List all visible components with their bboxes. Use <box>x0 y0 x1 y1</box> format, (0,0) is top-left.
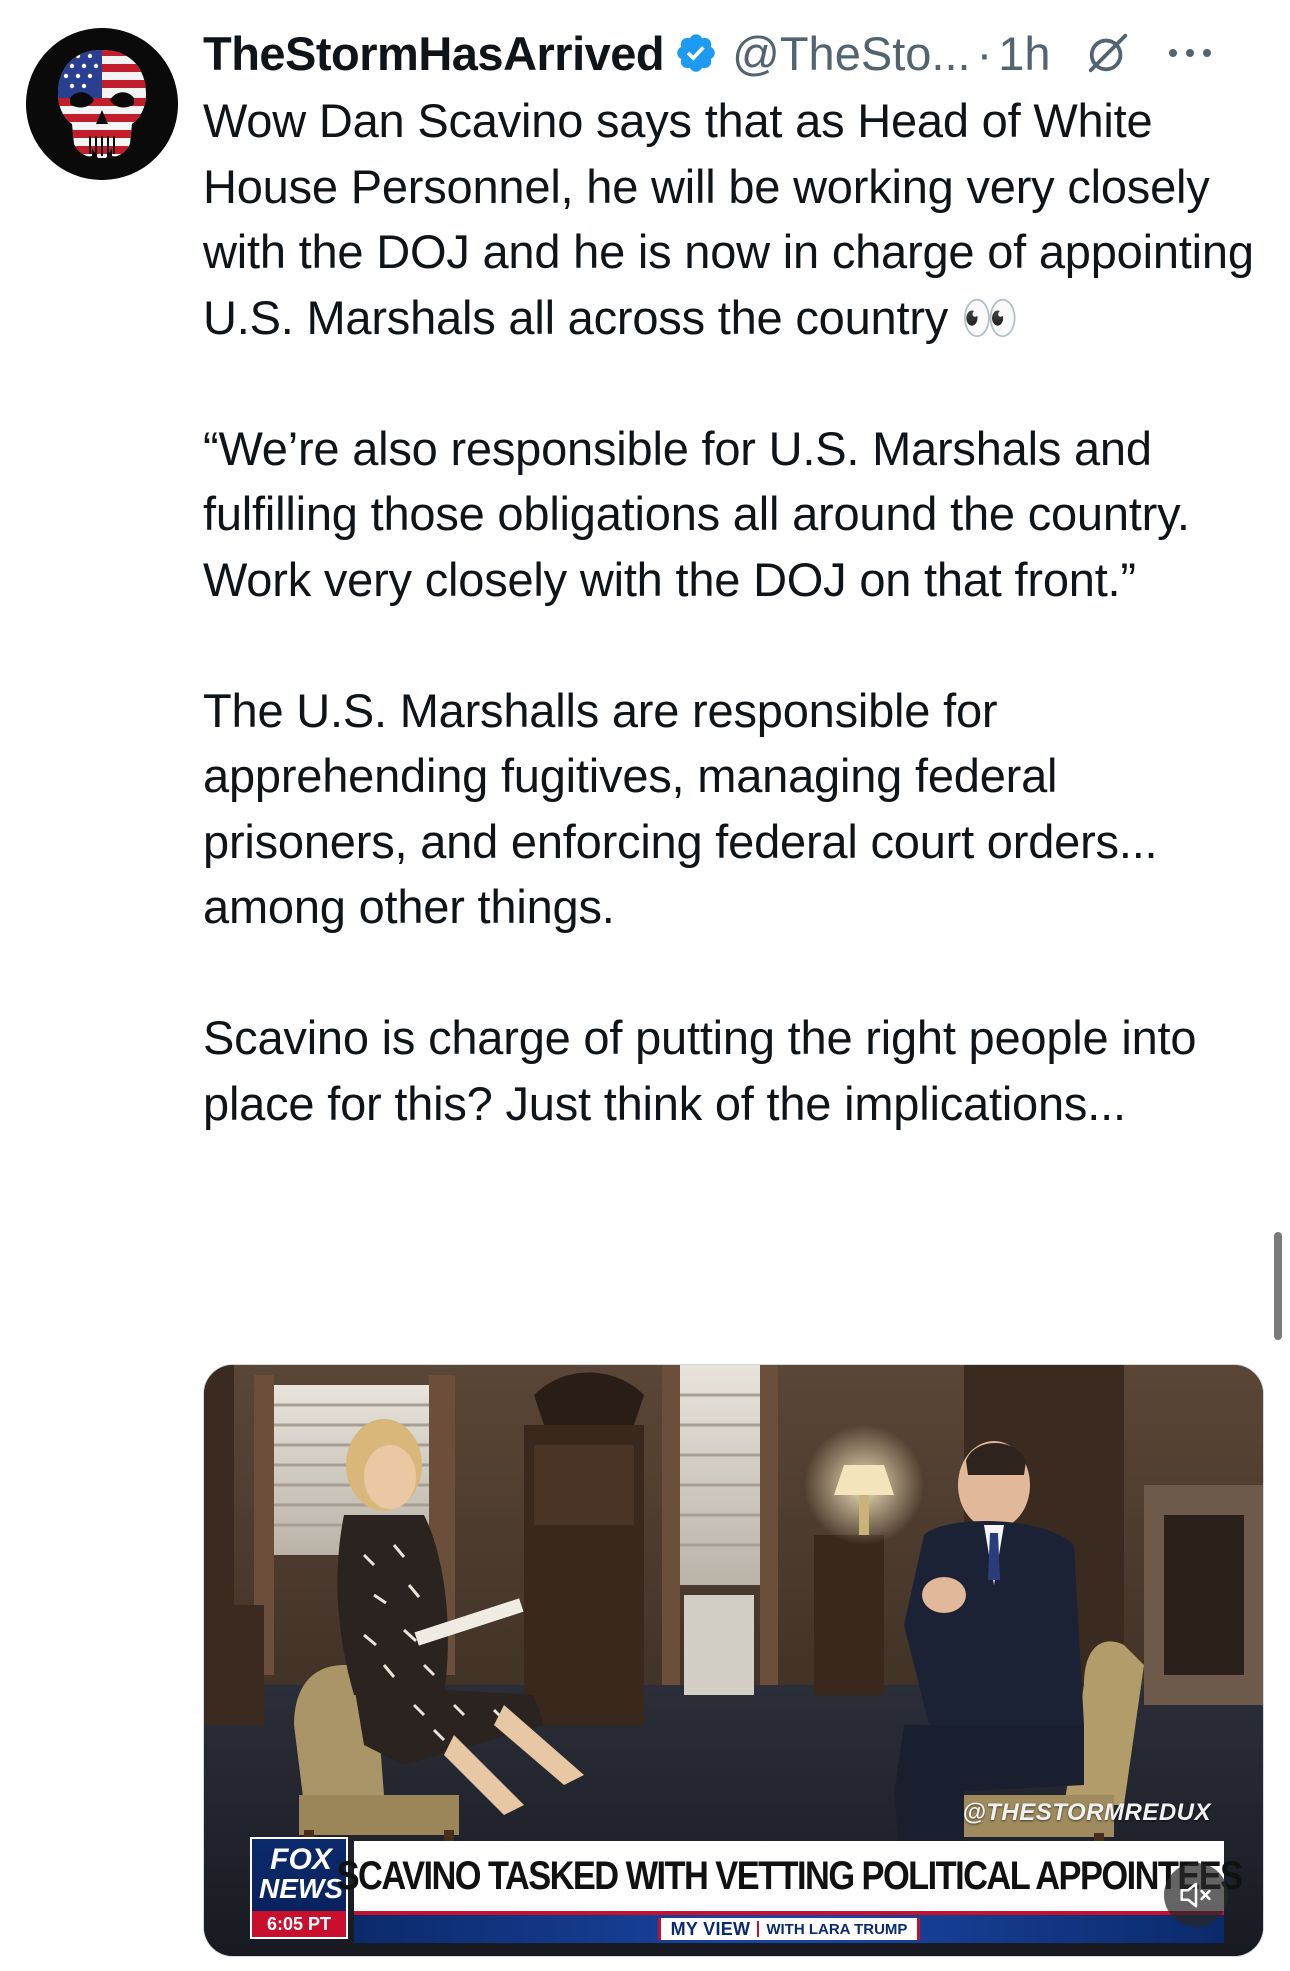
verified-badge-icon <box>674 31 718 75</box>
video-player[interactable]: @THESTORMREDUX FOX NEWS 6:05 PT SCAVINO … <box>203 1364 1264 1957</box>
tweet-paragraph: Scavino is charge of putting the right p… <box>203 1011 1197 1130</box>
muted-speaker-icon <box>1180 1882 1211 1908</box>
tweet-text: Wow Dan Scavino says that as Head of Whi… <box>203 88 1263 1136</box>
tweet-paragraph: “We’re also responsible for U.S. Marshal… <box>203 421 1190 606</box>
mute-button[interactable] <box>1164 1863 1228 1927</box>
fox-news-logo: FOX NEWS 6:05 PT <box>250 1837 348 1939</box>
user-handle[interactable]: @TheSto... <box>732 26 970 81</box>
tweet-header: TheStormHasArrived @TheSto... · 1h <box>203 18 1273 88</box>
show-banner-box: MY VIEW WITH LARA TRUMP <box>657 1918 921 1940</box>
show-name: MY VIEW <box>670 1918 751 1939</box>
scrollbar[interactable] <box>1274 1232 1282 1340</box>
tweet[interactable]: TheStormHasArrived @TheSto... · 1h Wow D… <box>0 0 1290 1971</box>
news-chyron: SCAVINO TASKED WITH VETTING POLITICAL AP… <box>337 1841 1243 1915</box>
tweet-paragraph: The U.S. Marshalls are responsible for a… <box>203 683 1158 934</box>
fox-logo-bottom: NEWS <box>259 1873 343 1904</box>
meta-separator: · <box>976 26 993 80</box>
show-banner-divider <box>757 1921 760 1937</box>
more-options-icon[interactable] <box>1165 43 1215 63</box>
show-banner: MY VIEW WITH LARA TRUMP <box>354 1915 1224 1943</box>
tweet-paragraph: Wow Dan Scavino says that as Head of Whi… <box>203 94 1254 344</box>
avatar[interactable] <box>26 28 178 180</box>
punisher-skull-avatar-icon <box>26 28 178 180</box>
video-watermark: @THESTORMREDUX <box>962 1799 1211 1826</box>
fox-logo-top: FOX <box>270 1843 332 1876</box>
chyron-headline: SCAVINO TASKED WITH VETTING POLITICAL AP… <box>336 1853 1243 1898</box>
display-name[interactable]: TheStormHasArrived <box>203 26 665 81</box>
grok-icon[interactable] <box>1085 30 1131 76</box>
post-timestamp[interactable]: 1h <box>998 26 1050 81</box>
broadcast-time: 6:05 PT <box>252 1911 346 1937</box>
show-host: WITH LARA TRUMP <box>766 1920 908 1938</box>
